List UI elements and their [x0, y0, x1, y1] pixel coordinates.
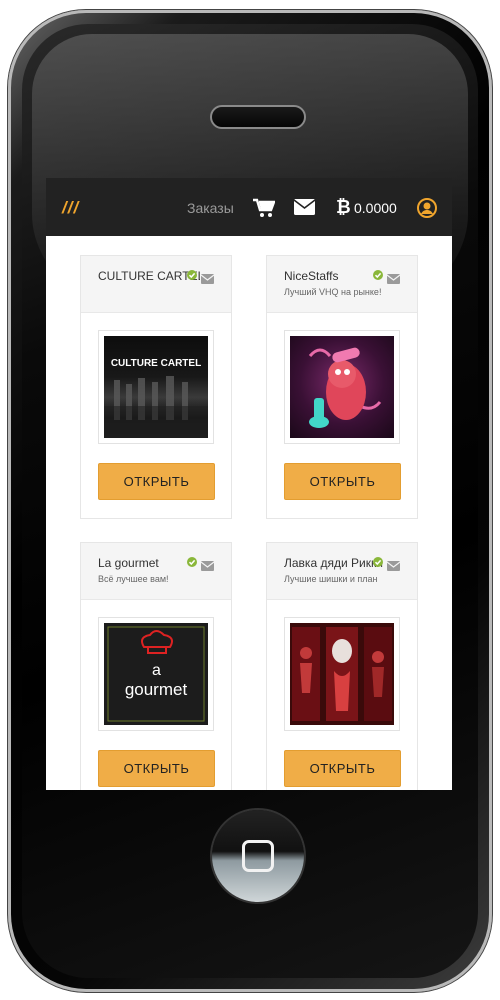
shop-logo-frame[interactable]: CULTURE CARTEL	[98, 330, 214, 444]
app-screen: /// Заказы ₿ 0.0000 CULTURE CARTEL CULTU	[46, 178, 452, 790]
shop-name[interactable]: NiceStaffs	[284, 269, 386, 283]
verified-icon	[187, 270, 197, 280]
shops-grid: CULTURE CARTEL CULTURE CARTEL ОТКРЫТЬ Ni…	[46, 236, 452, 790]
open-shop-button[interactable]: ОТКРЫТЬ	[98, 750, 215, 787]
shop-card: La gourmet Всё лучшее вам! a gourmet ОТК…	[80, 542, 232, 790]
shop-card: Лавка дяди Рикки Лучшие шишки и план ОТК…	[266, 542, 418, 790]
shop-logo-frame[interactable]	[284, 617, 400, 731]
message-icon[interactable]	[200, 271, 215, 289]
shop-card-header: NiceStaffs Лучший VHQ на рынке!	[267, 256, 417, 313]
shop-card-header: La gourmet Всё лучшее вам!	[81, 543, 231, 600]
verified-icon	[373, 270, 383, 280]
shop-card-header: CULTURE CARTEL	[81, 256, 231, 313]
open-shop-button[interactable]: ОТКРЫТЬ	[98, 463, 215, 500]
shop-logo-text: gourmet	[125, 680, 188, 699]
earpiece-speaker	[210, 105, 306, 129]
user-icon[interactable]	[417, 198, 437, 223]
verified-icon	[187, 557, 197, 567]
shop-logo-text: CULTURE CARTEL	[111, 358, 201, 369]
open-shop-button[interactable]: ОТКРЫТЬ	[284, 463, 401, 500]
cart-icon[interactable]	[253, 198, 276, 223]
shop-logo-frame[interactable]	[284, 330, 400, 444]
mail-icon[interactable]	[293, 199, 316, 220]
shop-card-header: Лавка дяди Рикки Лучшие шишки и план	[267, 543, 417, 600]
home-button[interactable]	[212, 810, 304, 902]
shop-name[interactable]: Лавка дяди Рикки	[284, 556, 386, 570]
shop-logo-frame[interactable]: a gourmet	[98, 617, 214, 731]
shop-logo: a gourmet	[104, 623, 208, 725]
shop-name[interactable]: La gourmet	[98, 556, 200, 570]
orders-link[interactable]: Заказы	[187, 200, 234, 216]
balance-value: 0.0000	[354, 200, 397, 216]
brand-logo[interactable]: ///	[62, 198, 79, 218]
message-icon[interactable]	[200, 558, 215, 576]
message-icon[interactable]	[386, 558, 401, 576]
shop-logo: CULTURE CARTEL	[104, 336, 208, 438]
verified-icon	[373, 557, 383, 567]
message-icon[interactable]	[386, 271, 401, 289]
shop-name[interactable]: CULTURE CARTEL	[98, 269, 200, 283]
open-shop-button[interactable]: ОТКРЫТЬ	[284, 750, 401, 787]
shop-card: CULTURE CARTEL CULTURE CARTEL ОТКРЫТЬ	[80, 255, 232, 519]
shop-logo	[290, 623, 394, 725]
top-navbar: /// Заказы ₿ 0.0000	[46, 178, 452, 236]
bitcoin-icon: ₿	[336, 197, 351, 217]
shop-card: NiceStaffs Лучший VHQ на рынке! ОТКРЫТЬ	[266, 255, 418, 519]
shop-logo	[290, 336, 394, 438]
shop-logo-text-small: a	[152, 662, 161, 679]
home-square-icon	[242, 840, 274, 872]
